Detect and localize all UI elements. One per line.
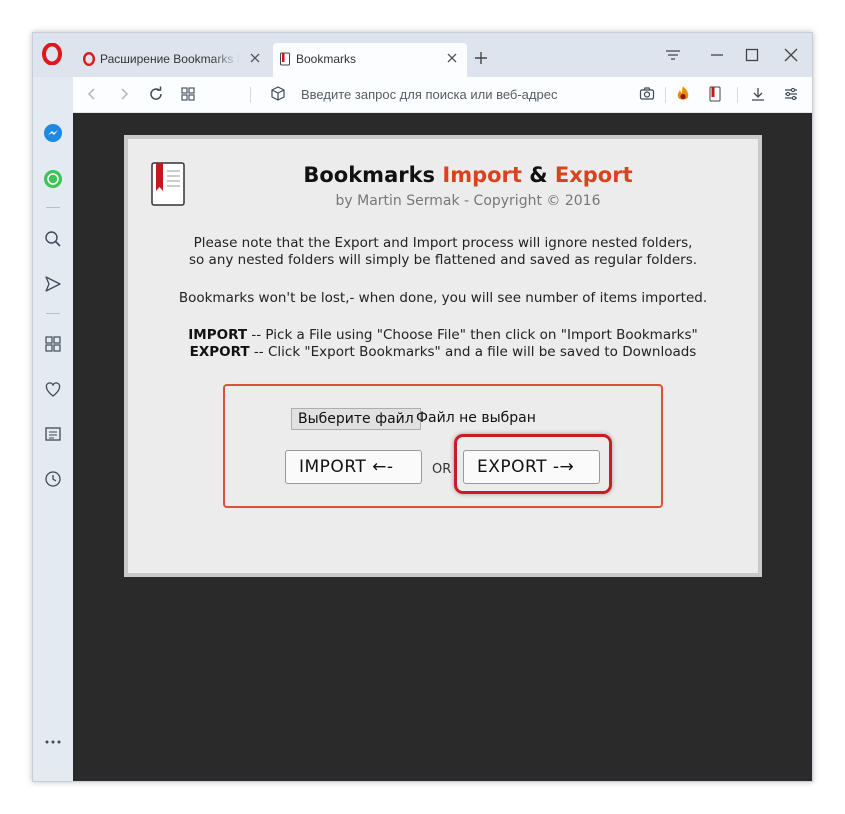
close-tab-icon[interactable] [445,51,459,65]
note-line-1: Please note that the Export and Import p… [193,235,693,251]
maximize-icon[interactable] [742,45,762,65]
sidebar-separator [46,313,60,314]
browser-window: Расширение Bookmarks Import & Export Boo… [32,32,813,782]
address-separator [250,87,251,103]
tab-menu-icon[interactable] [663,45,683,65]
export-highlight-annotation [454,434,612,494]
forward-icon[interactable] [115,85,133,103]
whatsapp-icon[interactable] [43,169,63,189]
import-export-box: Выберите файл Файл не выбран IMPORT ←- O… [223,384,663,508]
tab-title: Bookmarks [296,52,357,66]
export-label: EXPORT [189,344,250,360]
title-export: Export [554,163,633,187]
close-window-icon[interactable] [781,45,801,65]
import-button[interactable]: IMPORT ←- [285,450,422,484]
messenger-icon[interactable] [43,123,63,143]
tab-title: Расширение Bookmarks Import & Export [100,52,240,66]
page-title: Bookmarks Import & Export [128,163,758,187]
toolbar-separator [665,87,666,103]
more-dots-icon[interactable] [43,732,63,752]
page-content: Bookmarks Import & Export by Martin Serm… [73,113,812,781]
snapshot-camera-icon[interactable] [638,85,656,103]
minimize-icon[interactable] [707,45,727,65]
history-clock-icon[interactable] [43,469,63,489]
note-line-2: so any nested folders will simply be fla… [188,252,698,268]
import-label: IMPORT [188,327,248,343]
export-desc: -- Click "Export Bookmarks" and a file w… [249,344,697,360]
opera-favicon-icon [83,52,95,66]
import-instructions: IMPORT -- Pick a File using "Choose File… [128,327,758,344]
extension-panel: Bookmarks Import & Export by Martin Serm… [124,135,762,577]
or-label: OR [432,462,452,477]
speed-dial-grid-icon[interactable] [179,85,197,103]
tab-extension-page[interactable]: Расширение Bookmarks Import & Export [77,43,270,77]
send-flow-icon[interactable] [43,274,63,294]
sidebar-separator [46,207,60,208]
back-icon[interactable] [83,85,101,103]
title-bookmarks: Bookmarks [303,163,443,187]
vpn-flame-icon[interactable] [674,85,692,103]
title-import: Import [442,163,522,187]
search-icon[interactable] [43,229,63,249]
bookmarks-extension-icon[interactable] [706,85,724,103]
tab-bookmarks[interactable]: Bookmarks [273,43,467,77]
sidebar [33,77,73,781]
import-desc: -- Pick a File using "Choose File" then … [247,327,698,343]
bookmark-book-favicon-icon [280,52,290,66]
toolbar-separator [737,87,738,103]
download-icon[interactable] [749,85,767,103]
heart-icon[interactable] [43,379,63,399]
title-amp: & [521,163,555,187]
easy-setup-sliders-icon[interactable] [782,85,800,103]
new-tab-plus-icon[interactable] [473,50,489,66]
news-icon[interactable] [43,424,63,444]
address-input[interactable]: Введите запрос для поиска или веб-адрес [301,87,557,102]
opera-logo-icon[interactable] [41,43,63,65]
speed-dial-icon[interactable] [43,334,63,354]
note-line-3: Bookmarks won't be lost,- when done, you… [178,290,708,306]
byline: by Martin Sermak - Copyright © 2016 [335,193,601,209]
address-bar: Введите запрос для поиска или веб-адрес [73,77,812,113]
reload-icon[interactable] [147,85,165,103]
close-tab-icon[interactable] [248,51,262,65]
tab-strip: Расширение Bookmarks Import & Export Boo… [33,33,812,77]
file-status: Файл не выбран [416,410,536,426]
choose-file-button[interactable]: Выберите файл [291,408,421,430]
extension-cube-icon[interactable] [269,85,287,103]
export-instructions: EXPORT -- Click "Export Bookmarks" and a… [128,344,758,361]
